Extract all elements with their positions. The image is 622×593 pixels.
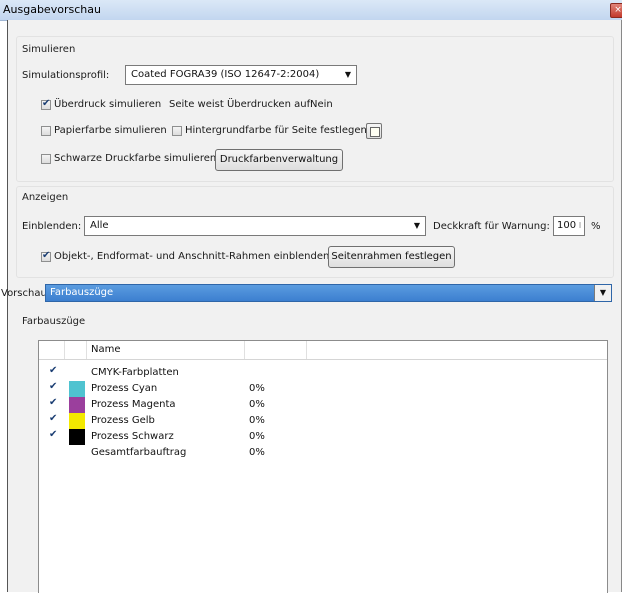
window-title: Ausgabevorschau [3, 3, 101, 16]
simulation-profile-label: Simulationsprofil: [22, 70, 110, 81]
opacity-input[interactable]: 100 ⁝ [553, 216, 585, 236]
separation-percent: 0% [249, 447, 265, 458]
page-overprint-value: Nein [310, 99, 333, 110]
show-value: Alle [90, 220, 109, 231]
header-col-name[interactable]: Name [87, 341, 245, 359]
close-icon[interactable]: × [610, 3, 622, 18]
separation-checkbox[interactable] [49, 429, 59, 442]
separation-checkbox[interactable] [49, 365, 59, 378]
simulation-profile-select[interactable]: Coated FOGRA39 (ISO 12647-2:2004) ▼ [125, 65, 357, 85]
spinner-icon[interactable]: ⁝ [576, 217, 584, 235]
boxes-label[interactable]: Objekt-, Endformat- und Anschnitt-Rahmen… [54, 251, 329, 262]
opacity-value: 100 [557, 220, 577, 231]
list-item[interactable]: CMYK-Farbplatten [39, 365, 607, 381]
dialog-body: Simulieren Simulationsprofil: Coated FOG… [1, 20, 622, 593]
chevron-down-icon: ▼ [413, 221, 421, 230]
show-select[interactable]: Alle ▼ [84, 216, 426, 236]
header-col-color [65, 341, 87, 359]
simulation-profile-value: Coated FOGRA39 (ISO 12647-2:2004) [131, 69, 320, 80]
separation-name: Gesamtfarbauftrag [91, 447, 187, 458]
bg-color-checkbox[interactable] [172, 126, 182, 136]
separation-percent: 0% [249, 383, 265, 394]
header-col-check [39, 341, 65, 359]
ink-manager-button[interactable]: Druckfarbenverwaltung [215, 149, 343, 171]
separations-group-label: Farbauszüge [22, 316, 86, 327]
list-item[interactable]: Prozess Gelb 0% [39, 413, 607, 429]
black-ink-checkbox[interactable] [41, 154, 51, 164]
separation-name: Prozess Gelb [91, 415, 155, 426]
opacity-label: Deckkraft für Warnung: [433, 221, 550, 232]
separation-name: CMYK-Farbplatten [91, 367, 179, 378]
list-item[interactable]: Prozess Magenta 0% [39, 397, 607, 413]
list-item[interactable]: Gesamtfarbauftrag 0% [39, 445, 607, 461]
separation-name: Prozess Schwarz [91, 431, 174, 442]
color-swatch [69, 397, 85, 413]
separation-percent: 0% [249, 415, 265, 426]
simulate-group-label: Simulieren [22, 44, 76, 55]
separations-list[interactable]: Name CMYK-Farbplatten Prozess Cyan 0% Pr… [38, 340, 608, 593]
header-col-percent[interactable] [245, 341, 307, 359]
list-item[interactable]: Prozess Cyan 0% [39, 381, 607, 397]
paper-color-checkbox[interactable] [41, 126, 51, 136]
separation-checkbox[interactable] [49, 413, 59, 426]
black-ink-label[interactable]: Schwarze Druckfarbe simulieren [54, 153, 216, 164]
show-label: Einblenden: [22, 221, 82, 232]
name-column-header: Name [91, 344, 121, 355]
preview-label: Vorschau: [1, 288, 51, 299]
preview-select[interactable]: Farbauszüge ▼ [45, 284, 612, 302]
separation-checkbox[interactable] [49, 381, 59, 394]
preview-value: Farbauszüge [50, 287, 114, 298]
output-preview-window: Ausgabevorschau × Simulieren Simulations… [0, 0, 622, 593]
list-item[interactable]: Prozess Schwarz 0% [39, 429, 607, 445]
title-bar[interactable]: Ausgabevorschau × [0, 0, 622, 21]
chevron-down-icon: ▼ [344, 70, 352, 79]
color-swatch [69, 413, 85, 429]
bg-color-label[interactable]: Hintergrundfarbe für Seite festlegen [185, 125, 367, 136]
separation-name: Prozess Cyan [91, 383, 158, 394]
bg-color-swatch-button[interactable] [366, 123, 382, 139]
separation-name: Prozess Magenta [91, 399, 176, 410]
separation-percent: 0% [249, 399, 265, 410]
separation-percent: 0% [249, 431, 265, 442]
separation-checkbox[interactable] [49, 397, 59, 410]
display-group-label: Anzeigen [22, 192, 69, 203]
chevron-down-icon: ▼ [594, 285, 611, 301]
color-swatch [69, 381, 85, 397]
opacity-unit: % [591, 221, 601, 232]
overprint-checkbox[interactable] [41, 98, 51, 110]
separations-header: Name [39, 341, 607, 360]
color-swatch [69, 429, 85, 445]
paper-color-label[interactable]: Papierfarbe simulieren [54, 125, 167, 136]
boxes-checkbox[interactable] [41, 250, 51, 262]
page-boxes-button[interactable]: Seitenrahmen festlegen [328, 246, 455, 268]
page-overprint-label: Seite weist Überdrucken auf: [169, 99, 314, 110]
overprint-label[interactable]: Überdruck simulieren [54, 99, 161, 110]
